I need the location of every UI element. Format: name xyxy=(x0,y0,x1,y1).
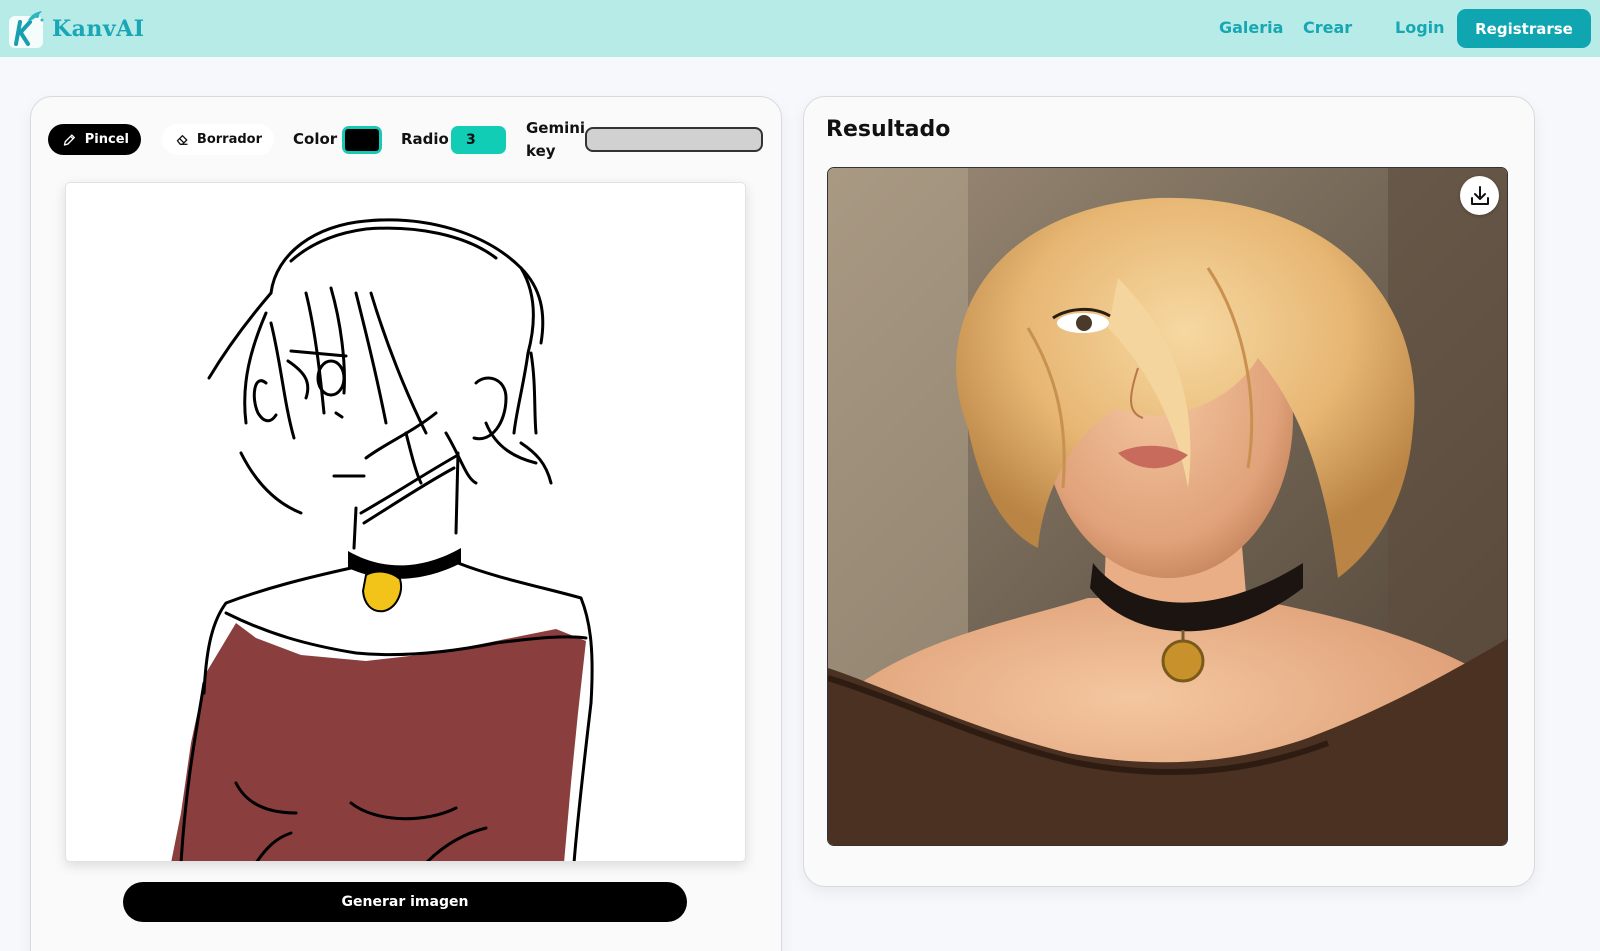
gemini-label-line1: Gemini xyxy=(526,119,586,137)
generated-portrait xyxy=(828,168,1507,845)
gemini-label-line2: key xyxy=(526,142,556,160)
sketch-drawing xyxy=(171,218,594,861)
eraser-tool-button[interactable]: Borrador xyxy=(162,124,274,155)
gemini-key-input[interactable] xyxy=(585,127,763,152)
drawing-canvas[interactable] xyxy=(65,182,746,862)
pencil-icon xyxy=(63,133,75,146)
color-swatch-fill xyxy=(345,129,379,151)
nav-login-link[interactable]: Login xyxy=(1395,18,1445,37)
kanvai-logo-icon xyxy=(9,11,44,48)
download-button[interactable] xyxy=(1460,176,1499,215)
download-icon xyxy=(1470,185,1489,205)
generate-image-button[interactable]: Generar imagen xyxy=(123,882,687,922)
register-button[interactable]: Registrarse xyxy=(1457,9,1591,48)
radius-label: Radio xyxy=(401,130,449,148)
radius-input[interactable] xyxy=(451,126,506,154)
generated-image xyxy=(827,167,1508,846)
nav-crear-link[interactable]: Crear xyxy=(1303,18,1352,37)
eraser-tool-label: Borrador xyxy=(196,132,262,147)
brand-logo[interactable]: KanvAI xyxy=(6,8,145,50)
gemini-key-label: Gemini key xyxy=(526,117,586,163)
brand-name: KanvAI xyxy=(52,16,145,42)
brush-tool-button[interactable]: Pincel xyxy=(48,124,141,155)
color-label: Color xyxy=(293,130,338,148)
brush-tool-label: Pincel xyxy=(84,132,129,147)
eraser-icon xyxy=(176,134,188,145)
nav-galeria-link[interactable]: Galeria xyxy=(1219,18,1283,37)
top-navbar: KanvAI Galeria Crear Login Registrarse xyxy=(0,0,1600,57)
color-picker[interactable] xyxy=(342,126,382,154)
result-title: Resultado xyxy=(826,117,951,142)
